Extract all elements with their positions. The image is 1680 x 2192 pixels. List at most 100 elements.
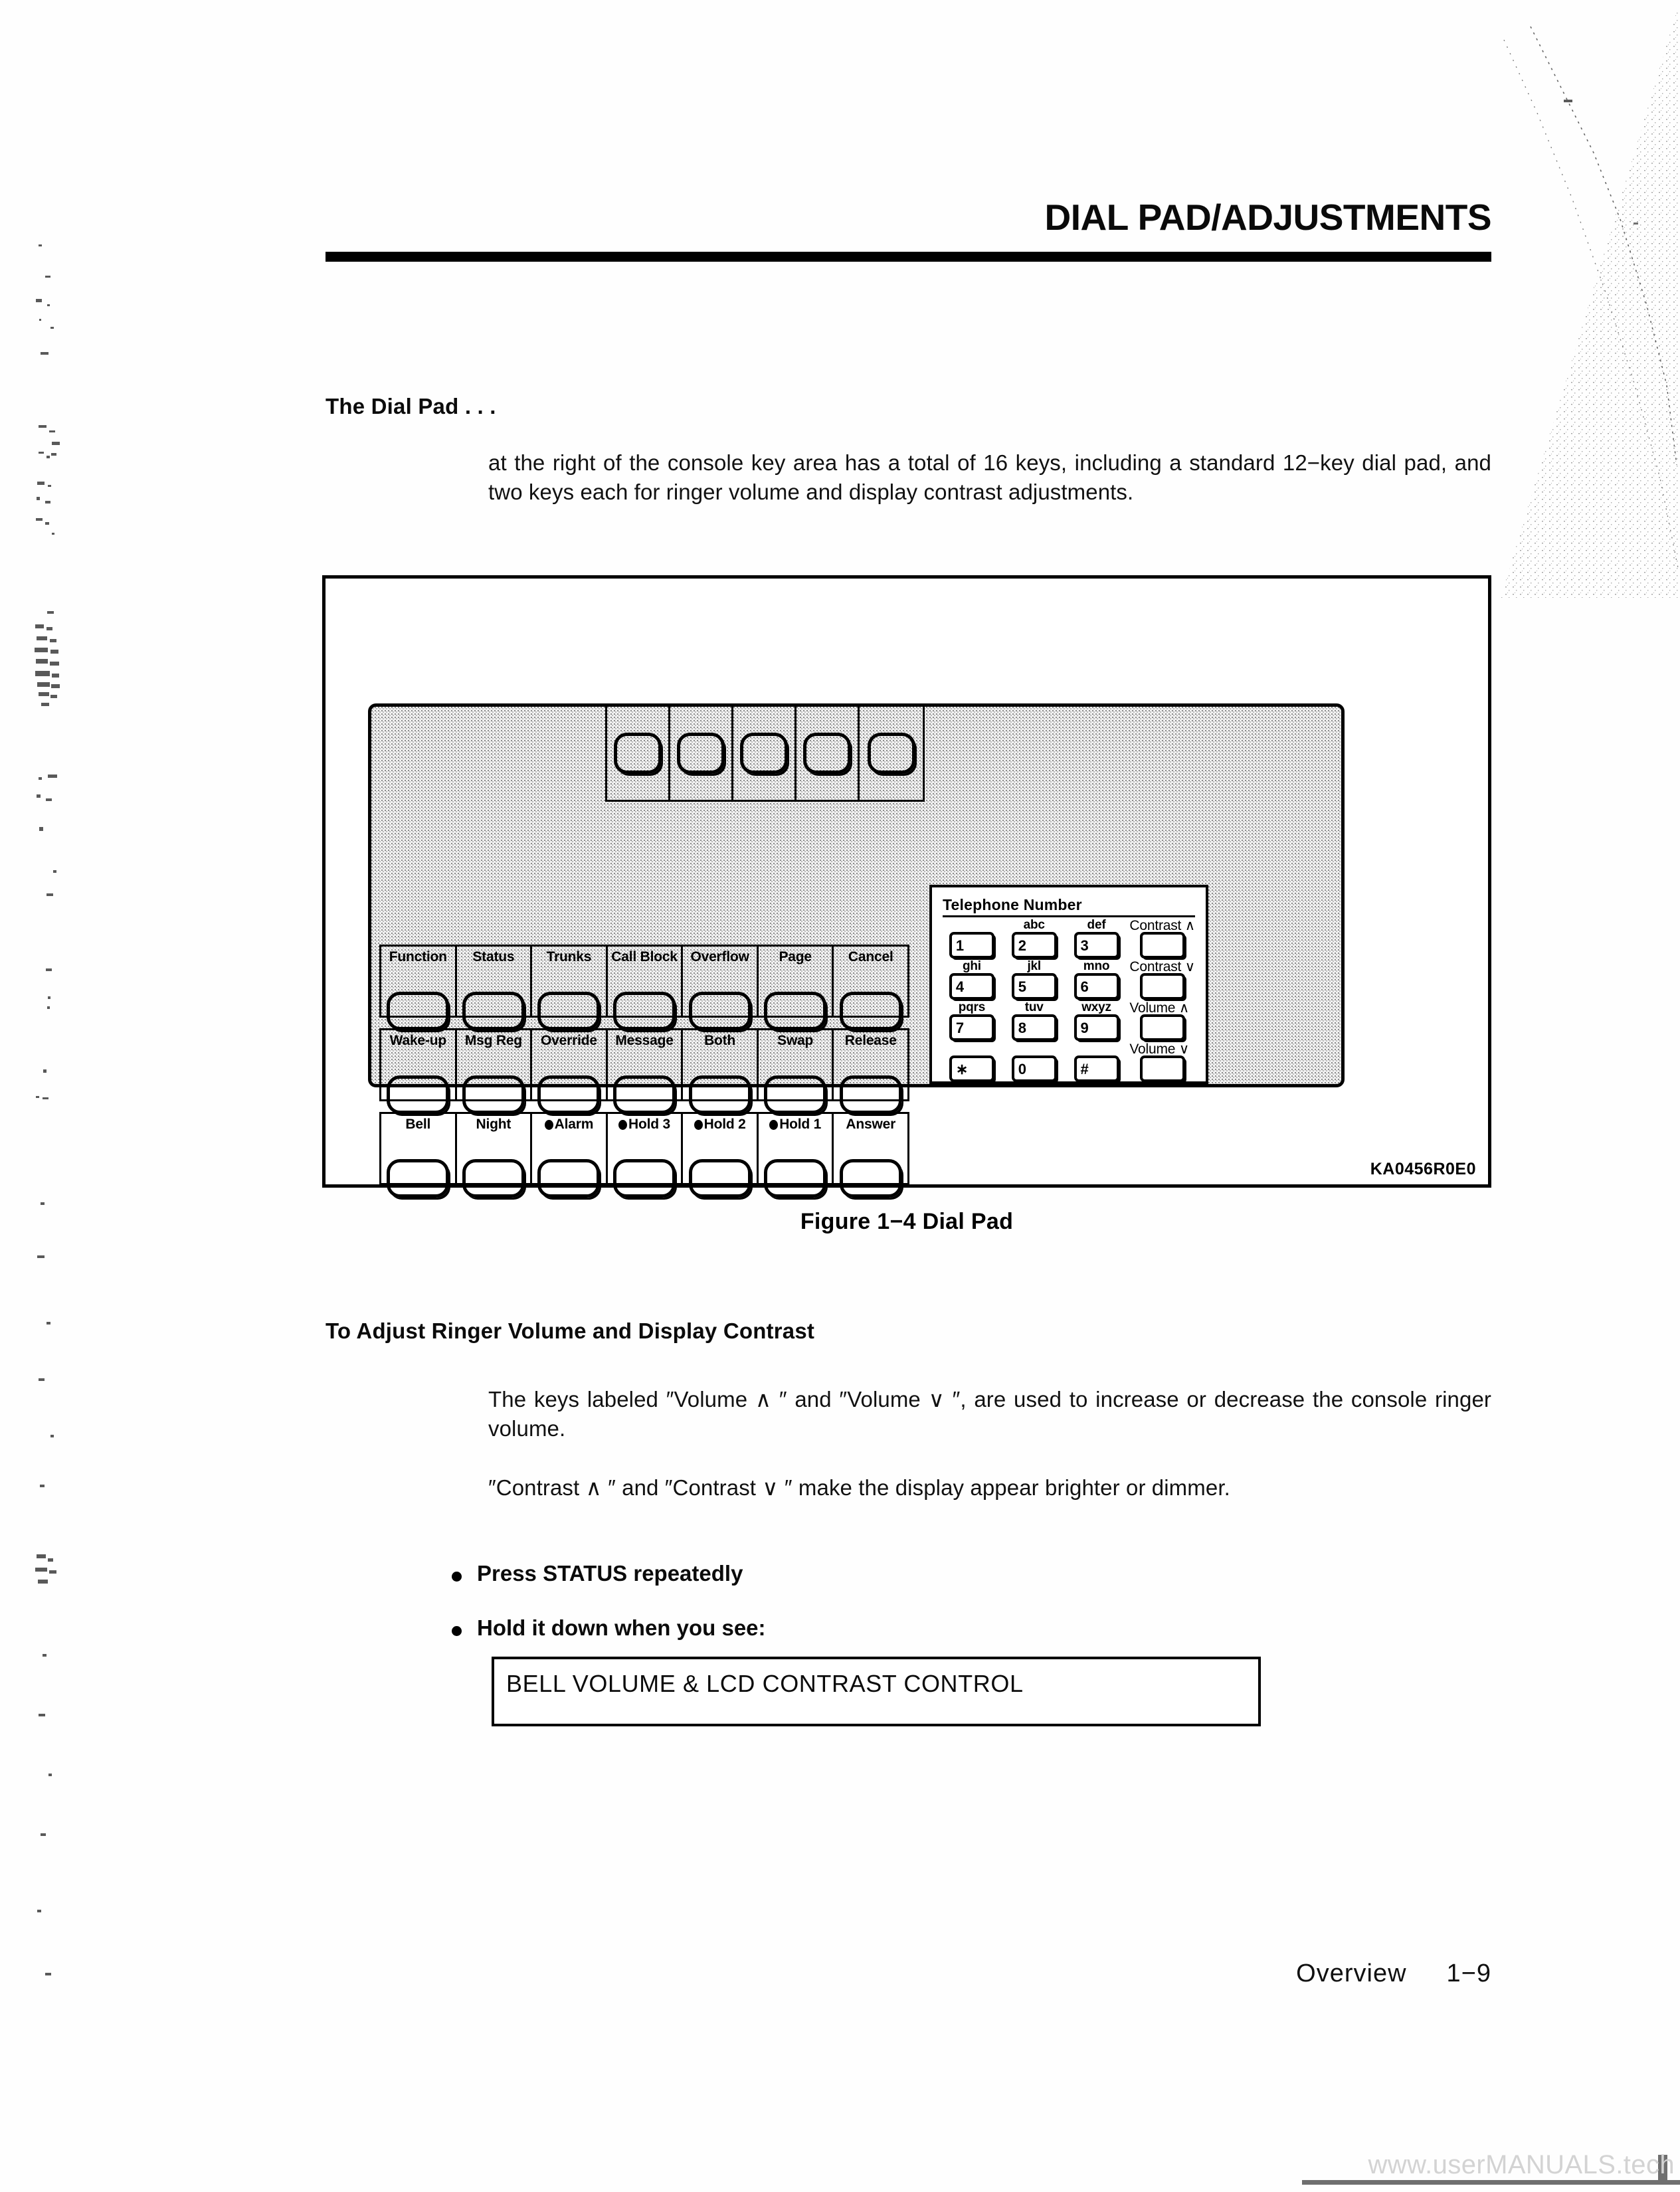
keypad-cell-4: ghi 4 <box>943 960 1001 1001</box>
oval-key-icon <box>387 1075 450 1114</box>
page-header: DIAL PAD/ADJUSTMENTS <box>326 199 1492 262</box>
keypad-button-8[interactable]: 8 <box>1011 1014 1057 1042</box>
oval-key-icon <box>764 992 827 1030</box>
keypad-button-0[interactable]: 0 <box>1011 1055 1057 1083</box>
keypad-function-label: Volume ∨ <box>1129 1042 1190 1057</box>
oval-key-icon <box>764 1159 827 1198</box>
oval-key-icon <box>613 1075 676 1114</box>
console-key-page[interactable]: Page <box>759 947 834 1030</box>
keypad-letters-label <box>943 1042 1001 1055</box>
led-indicator-icon <box>769 1120 779 1130</box>
console-key-label: Wake-up <box>389 1033 447 1048</box>
softkey-cell-2[interactable] <box>670 707 733 800</box>
keypad-letters-label: abc <box>1023 918 1045 933</box>
console-key-overflow[interactable]: Overflow <box>683 947 759 1030</box>
scan-corner-shadow-artifact <box>1501 0 1680 598</box>
keypad-button-7[interactable]: 7 <box>949 1014 994 1042</box>
console-key-label: Hold 3 <box>618 1117 670 1131</box>
oval-key-icon <box>839 1159 902 1198</box>
oval-key-icon <box>462 992 525 1030</box>
keypad-button--[interactable]: # <box>1073 1055 1119 1083</box>
console-key-override[interactable]: Override <box>532 1030 608 1114</box>
keypad-button-1[interactable]: 1 <box>949 932 994 959</box>
console-key-message[interactable]: Message <box>608 1030 684 1114</box>
keypad-function-label: Contrast ∨ <box>1129 959 1195 975</box>
figure-part-number: KA0456R0E0 <box>1370 1160 1476 1178</box>
keypad-letters-label <box>1068 1042 1126 1055</box>
softkey-cell-1[interactable] <box>607 707 670 800</box>
keypad-button-volume-[interactable] <box>1139 1014 1185 1042</box>
page-footer: Overview 1−9 <box>983 1960 1491 1988</box>
console-key-status[interactable]: Status <box>457 947 533 1030</box>
console-key-night[interactable]: Night <box>457 1114 533 1198</box>
intro-paragraph: at the right of the console key area has… <box>488 450 1491 504</box>
console-key-bell[interactable]: Bell <box>381 1114 457 1198</box>
keypad-button--[interactable]: ∗ <box>949 1055 994 1083</box>
oval-key-icon <box>387 1159 450 1198</box>
led-indicator-icon <box>544 1120 553 1130</box>
keypad-button-5[interactable]: 5 <box>1011 973 1057 1000</box>
keypad-letters-label: jkl <box>1027 959 1041 974</box>
keypad-cell-1: 1 <box>943 919 1001 960</box>
keypad-button-9[interactable]: 9 <box>1073 1014 1119 1042</box>
bullet-dot-icon <box>452 1572 462 1582</box>
softkey-cell-5[interactable] <box>860 707 923 800</box>
telephone-keypad-panel: Telephone Number 1 abc 2 def 3 Contrast ∧ ghi 4… <box>929 885 1208 1084</box>
keypad-button-contrast-[interactable] <box>1139 932 1185 959</box>
console-key-hold-1[interactable]: Hold 1 <box>759 1114 834 1198</box>
adjust-heading: To Adjust Ringer Volume and Display Cont… <box>326 1319 815 1343</box>
console-key-wake-up[interactable]: Wake-up <box>381 1030 457 1114</box>
console-illustration: Function Status Trunks Call Block Overflow Pa… <box>368 703 1345 1198</box>
console-key-label: Overflow <box>690 949 749 964</box>
console-key-swap[interactable]: Swap <box>759 1030 834 1114</box>
console-key-trunks[interactable]: Trunks <box>532 947 608 1030</box>
keypad-letters-label: wxyz <box>1081 1000 1111 1015</box>
console-key-both[interactable]: Both <box>683 1030 759 1114</box>
keypad-cell-volume-: Volume ∨ <box>1129 1042 1195 1083</box>
console-key-msg-reg[interactable]: Msg Reg <box>457 1030 533 1114</box>
intro-heading: The Dial Pad . . . <box>326 394 496 418</box>
console-key-hold-2[interactable]: Hold 2 <box>683 1114 759 1198</box>
keypad-button-4[interactable]: 4 <box>949 973 994 1000</box>
keypad-button-3[interactable]: 3 <box>1073 932 1119 959</box>
oval-key-icon <box>462 1159 525 1198</box>
keypad-button-2[interactable]: 2 <box>1011 932 1057 959</box>
keypad-button-volume-[interactable] <box>1139 1055 1185 1083</box>
console-key-answer[interactable]: Answer <box>834 1114 907 1198</box>
header-divider-rule <box>326 252 1491 262</box>
console-key-label: Call Block <box>611 949 678 964</box>
keypad-letters-label <box>1005 1042 1064 1055</box>
site-watermark: www.userMANUALS.tech <box>1368 2150 1675 2179</box>
contrast-paragraph: ″Contrast ∧ ″ and ″Contrast ∨ ″ make the… <box>488 1475 1230 1500</box>
keypad-cell-0: 0 <box>1005 1042 1064 1083</box>
console-key-call-block[interactable]: Call Block <box>608 947 684 1030</box>
keypad-letters-label: mno <box>1083 959 1110 974</box>
console-key-hold-3[interactable]: Hold 3 <box>608 1114 684 1198</box>
console-key-release[interactable]: Release <box>834 1030 907 1114</box>
console-key-alarm[interactable]: Alarm <box>532 1114 608 1198</box>
keypad-cell-volume-: Volume ∧ <box>1129 1001 1195 1042</box>
footer-section-label: Overview <box>1296 1960 1407 1987</box>
bullet-item-hold-down: Hold it down when you see: <box>452 1615 766 1641</box>
console-key-cancel[interactable]: Cancel <box>834 947 907 1030</box>
console-key-label: Both <box>704 1033 736 1048</box>
keypad-title: Telephone Number <box>943 896 1195 918</box>
softkey-cell-4[interactable] <box>796 707 860 800</box>
console-key-function[interactable]: Function <box>381 947 457 1030</box>
oval-key-icon <box>803 733 851 774</box>
bullet-item-press-status: Press STATUS repeatedly <box>452 1561 743 1586</box>
keypad-cell-3: def 3 <box>1068 919 1126 960</box>
console-key-label: Answer <box>846 1117 896 1132</box>
console-key-label: Message <box>615 1033 674 1048</box>
keypad-button-contrast-[interactable] <box>1139 973 1185 1000</box>
keypad-letters-label: tuv <box>1024 1000 1044 1015</box>
keypad-button-6[interactable]: 6 <box>1073 973 1119 1000</box>
keypad-cell-9: wxyz 9 <box>1068 1001 1126 1042</box>
softkey-cell-3[interactable] <box>733 707 796 800</box>
document-page: DIAL PAD/ADJUSTMENTS The Dial Pad . . . … <box>0 0 1680 2192</box>
oval-key-icon <box>614 733 662 774</box>
console-key-label: Alarm <box>544 1117 593 1131</box>
oval-key-icon <box>677 733 725 774</box>
keypad-cell--: ∗ <box>943 1042 1001 1083</box>
oval-key-icon <box>387 992 450 1030</box>
